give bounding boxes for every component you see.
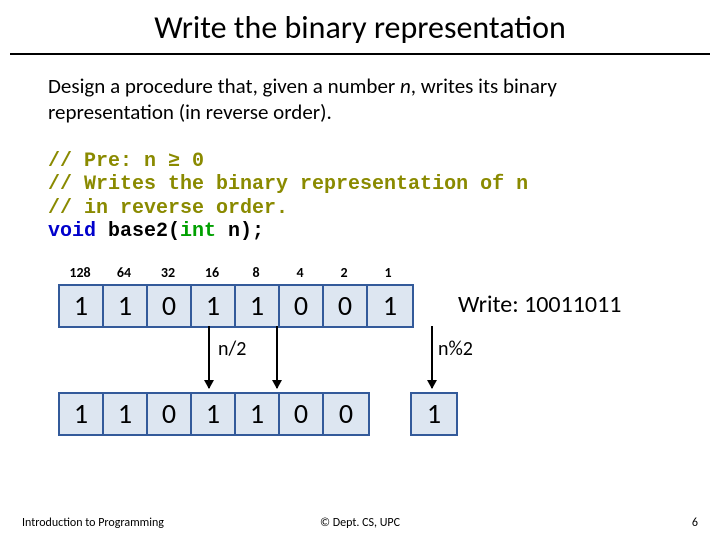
power-label: 16	[190, 264, 234, 281]
slide-title: Write the binary representation	[10, 0, 710, 55]
bit-cell: 0	[280, 286, 324, 326]
bit-cell: 1	[60, 286, 104, 326]
bottom-right-bit-table: 1	[410, 392, 458, 436]
code-rest: n);	[216, 220, 264, 243]
bottom-left-bit-table: 1101100	[58, 392, 370, 436]
write-output-label: Write: 10011011	[458, 290, 621, 319]
power-label: 128	[58, 264, 102, 281]
bit-cell: 1	[236, 394, 280, 434]
code-comment-1: // Pre: n ≥ 0	[48, 150, 204, 173]
bit-cell: 1	[412, 394, 456, 434]
bit-cell: 1	[192, 394, 236, 434]
power-label: 64	[102, 264, 146, 281]
bit-cell: 0	[148, 286, 192, 326]
footer: Introduction to Programming © Dept. CS, …	[0, 516, 720, 530]
code-block: // Pre: n ≥ 0 // Writes the binary repre…	[48, 150, 672, 244]
arrow-icon	[208, 326, 210, 388]
code-comment-2: // Writes the binary representation of n	[48, 173, 528, 196]
power-label: 2	[322, 264, 366, 281]
arrow-icon	[431, 326, 433, 388]
bit-cell: 0	[148, 394, 192, 434]
bit-cell: 1	[60, 394, 104, 434]
power-label: 8	[234, 264, 278, 281]
bit-cell: 1	[236, 286, 280, 326]
power-label: 4	[278, 264, 322, 281]
bit-cell: 0	[324, 286, 368, 326]
bit-cell: 0	[280, 394, 324, 434]
bit-cell: 1	[104, 394, 148, 434]
arrow-icon	[276, 326, 278, 388]
code-comment-3: // in reverse order.	[48, 197, 288, 220]
power-label: 32	[146, 264, 190, 281]
code-fn: base2(	[96, 220, 180, 243]
bit-cell: 1	[368, 286, 412, 326]
n-div-2-label: n/2	[218, 337, 246, 361]
bit-cell: 1	[192, 286, 236, 326]
problem-statement: Design a procedure that, given a number …	[48, 73, 672, 126]
bit-cell: 0	[324, 394, 368, 434]
code-keyword-void: void	[48, 220, 96, 243]
n-mod-2-label: n%2	[438, 337, 473, 361]
power-label: 1	[366, 264, 410, 281]
powers-row: 1286432168421	[58, 264, 410, 281]
diagram: 1286432168421 11011001 Write: 10011011 n…	[58, 264, 672, 464]
slide-content: Design a procedure that, given a number …	[0, 55, 720, 464]
code-keyword-int: int	[180, 220, 216, 243]
bit-cell: 1	[104, 286, 148, 326]
top-bit-table: 11011001	[58, 284, 414, 328]
footer-center: © Dept. CS, UPC	[0, 516, 720, 530]
